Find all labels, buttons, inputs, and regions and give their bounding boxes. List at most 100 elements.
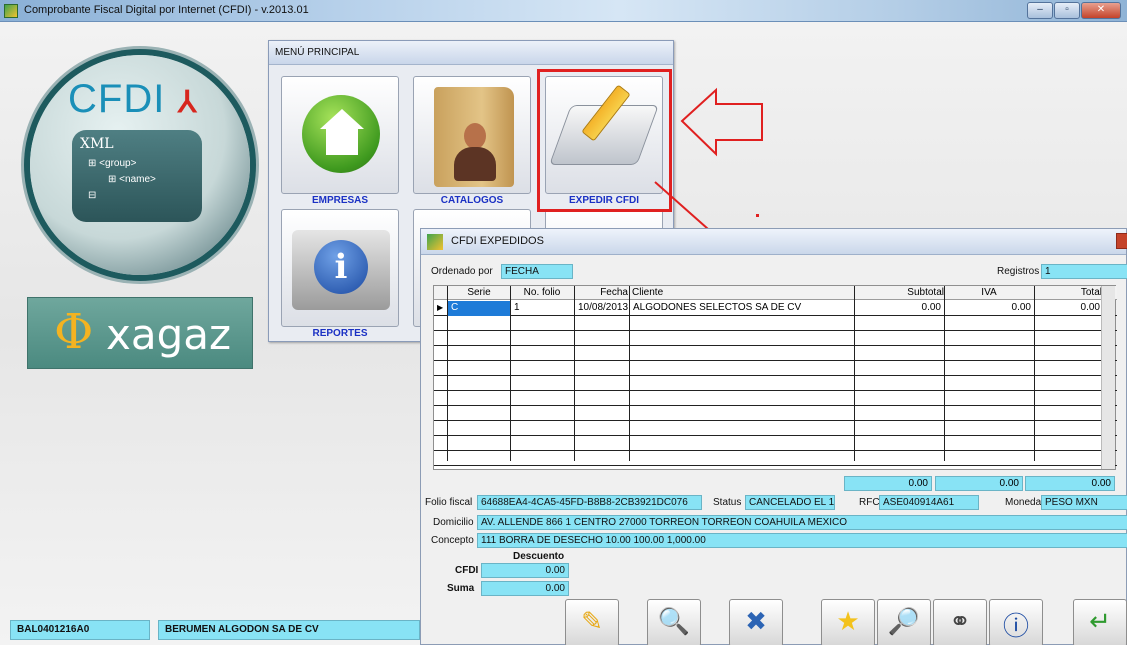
close-button[interactable]: ✕ [1081, 2, 1121, 19]
phi-symbol: Φ [54, 304, 94, 360]
col-cliente[interactable]: Cliente [632, 286, 832, 300]
cell-total[interactable]: 0.00 [1035, 301, 1103, 316]
rfc-field[interactable]: ASE040914A61 [879, 495, 979, 510]
menu-tile-catalogos[interactable]: CATALOGOS [413, 76, 531, 206]
concepto-label: Concepto [431, 535, 474, 546]
table-row[interactable] [434, 346, 1117, 361]
col-serie[interactable]: Serie [448, 286, 510, 300]
registros-field: 1 [1041, 264, 1127, 279]
status-bar: BAL0401216A0 BERUMEN ALGODON SA DE CV [10, 620, 420, 642]
main-menu-title: MENÚ PRINCIPAL [269, 41, 673, 65]
xml-label: XML [80, 136, 114, 152]
cfdi-expedidos-window: CFDI EXPEDIDOS Ordenado por FECHA Regist… [420, 228, 1127, 645]
search-document-button[interactable]: 🔍 [647, 599, 701, 645]
catalogos-label: CATALOGOS [440, 195, 504, 206]
order-label: Ordenado por [431, 266, 493, 277]
cell-fecha[interactable]: 10/08/2013 [575, 301, 629, 316]
col-iva[interactable]: IVA [944, 286, 1034, 300]
annotation-highlight-box [537, 69, 672, 212]
cfdi-logo-text: CFDI [68, 77, 166, 121]
brand-text: xagaz [106, 310, 232, 359]
table-row[interactable] [434, 451, 1117, 466]
xml-node-group-text: <group> [99, 158, 137, 169]
maximize-button[interactable]: ▫ [1054, 2, 1080, 19]
cell-iva[interactable]: 0.00 [945, 301, 1034, 316]
cfdi-window-close-button[interactable] [1116, 233, 1127, 249]
concepto-field[interactable]: 111 BORRA DE DESECHO 10.00 100.00 1,000.… [477, 533, 1127, 548]
empresas-button[interactable] [281, 76, 399, 194]
suma-label: Suma [447, 583, 475, 594]
status-rfc: BAL0401216A0 [10, 620, 150, 640]
print-info-icon: ⓘ [1002, 611, 1029, 641]
cfdi-total-field: 0.00 [481, 563, 569, 578]
edit-document-icon: ✎ [581, 606, 603, 636]
col-folio[interactable]: No. folio [510, 286, 574, 300]
cell-serie[interactable]: C [448, 301, 510, 316]
domicilio-field[interactable]: AV. ALLENDE 866 1 CENTRO 27000 TORREON T… [477, 515, 1127, 530]
total-subtotal: 0.00 [844, 476, 932, 491]
star-list-button[interactable]: ★ [821, 599, 875, 645]
minimize-button[interactable]: – [1027, 2, 1053, 19]
xml-node-empty: ⊟ [88, 190, 97, 201]
preview-button[interactable]: 🔎 [877, 599, 931, 645]
moneda-field[interactable]: PESO MXN [1041, 495, 1127, 510]
cell-cliente[interactable]: ALGODONES SELECTOS SA DE CV [630, 301, 854, 316]
descuento-label: Descuento [513, 551, 565, 562]
edit-document-button[interactable]: ✎ [565, 599, 619, 645]
table-row[interactable] [434, 316, 1117, 331]
person-head-icon [464, 123, 486, 149]
preview-icon: 🔎 [887, 606, 921, 636]
menu-tile-empresas[interactable]: EMPRESAS [281, 76, 399, 206]
registros-label: Registros [997, 266, 1040, 277]
catalogos-button[interactable] [413, 76, 531, 194]
grid-scrollbar[interactable] [1101, 286, 1115, 469]
cancel-document-button[interactable]: ✖ [729, 599, 783, 645]
col-subtotal[interactable]: Subtotal [854, 286, 944, 300]
xml-node-name: ⊞ <name> [108, 174, 156, 185]
window-title: Comprobante Fiscal Digital por Internet … [24, 4, 309, 16]
table-row[interactable] [434, 376, 1117, 391]
window-controls: – ▫ ✕ [1026, 2, 1121, 19]
folder-icon [434, 87, 514, 187]
col-total[interactable]: Total [1034, 286, 1102, 300]
cell-folio[interactable]: 1 [511, 301, 573, 316]
return-arrow-icon: ↵ [1089, 606, 1111, 636]
total-iva: 0.00 [935, 476, 1023, 491]
grid-header: Serie No. folio Fecha Cliente Subtotal I… [434, 286, 1117, 300]
order-field[interactable]: FECHA [501, 264, 573, 279]
cfdi-window-title: CFDI EXPEDIDOS [451, 235, 544, 247]
cfdi-logo: CFDI ⅄ XML ⊞ <group> ⊞ <name> ⊟ [30, 55, 250, 275]
xml-tree-graphic: XML ⊞ <group> ⊞ <name> ⊟ [72, 130, 202, 222]
pdf-icon: ⅄ [178, 86, 197, 119]
table-row[interactable]: ▶ C 1 10/08/2013 ALGODONES SELECTOS SA D… [434, 301, 1117, 316]
cfdi-total-label: CFDI [455, 565, 479, 576]
app-icon [4, 4, 18, 18]
binoculars-icon: ⚭ [949, 606, 971, 636]
table-row[interactable] [434, 361, 1117, 376]
cfdi-window-icon [427, 234, 443, 250]
binoculars-button[interactable]: ⚭ [933, 599, 987, 645]
suma-field: 0.00 [481, 581, 569, 596]
return-button[interactable]: ↵ [1073, 599, 1127, 645]
oxagaz-logo: Φ xagaz [27, 297, 253, 369]
table-row[interactable] [434, 391, 1117, 406]
reportes-button[interactable]: i [281, 209, 399, 327]
menu-tile-reportes[interactable]: i REPORTES [281, 209, 399, 339]
domicilio-label: Domicilio [433, 517, 474, 528]
reportes-label: REPORTES [312, 328, 368, 339]
cell-subtotal[interactable]: 0.00 [855, 301, 944, 316]
xml-node-group: ⊞ <group> [88, 158, 137, 169]
col-fecha[interactable]: Fecha [574, 286, 628, 300]
table-row[interactable] [434, 406, 1117, 421]
cfdi-grid[interactable]: Serie No. folio Fecha Cliente Subtotal I… [433, 285, 1117, 470]
print-info-button[interactable]: ⓘ [989, 599, 1043, 645]
cancel-document-icon: ✖ [745, 606, 767, 636]
person-body-icon [454, 147, 496, 181]
total-total: 0.00 [1025, 476, 1115, 491]
table-row[interactable] [434, 421, 1117, 436]
table-row[interactable] [434, 331, 1117, 346]
title-bar: Comprobante Fiscal Digital por Internet … [0, 0, 1127, 22]
table-row[interactable] [434, 436, 1117, 451]
folio-fiscal-field[interactable]: 64688EA4-4CA5-45FD-B8B8-2CB3921DC076 [477, 495, 702, 510]
status-field[interactable]: CANCELADO EL 12 [745, 495, 835, 510]
